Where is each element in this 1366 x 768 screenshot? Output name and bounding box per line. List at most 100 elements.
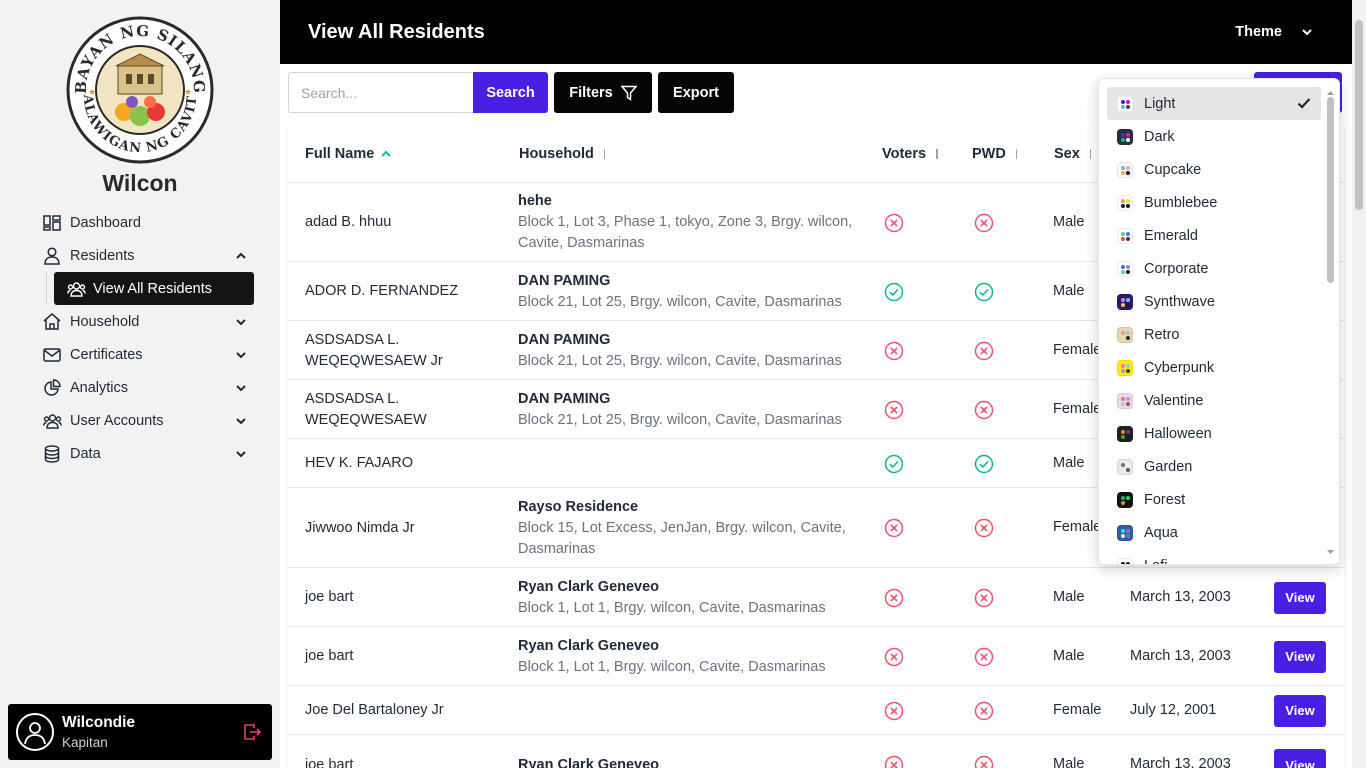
theme-option-label: Valentine: [1144, 392, 1204, 409]
voter-status: [884, 213, 904, 233]
voter-check-icon: [884, 282, 904, 301]
pwd-status: [974, 588, 994, 608]
resident-full-name: ASDSADSA L. WEQEQWESAEW Jr: [305, 331, 443, 369]
theme-option[interactable]: Retro: [1107, 318, 1321, 351]
resident-sex: Male: [1053, 282, 1085, 299]
household-cell: Ryan Clark Geneveo Block 1, Lot 1, Brgy. …: [518, 636, 858, 678]
pwd-x-icon: [974, 213, 994, 232]
search-input[interactable]: [288, 72, 474, 113]
theme-option[interactable]: Valentine: [1107, 384, 1321, 417]
theme-option[interactable]: Cyberpunk: [1107, 351, 1321, 384]
pwd-status: [974, 647, 994, 667]
resident-sex: Female: [1053, 400, 1102, 417]
household-cell: Ryan Clark Geneveo: [518, 755, 858, 768]
pie-chart-icon: [42, 378, 62, 398]
chevron-down-icon: [234, 414, 248, 428]
sidebar-nav: Dashboard Residents View All Residents H…: [34, 206, 256, 470]
sidebar-item-label: Household: [70, 313, 140, 330]
resident-full-name: adad B. hhuu: [305, 214, 392, 230]
sidebar-item-label: User Accounts: [70, 412, 164, 429]
checkmark-icon: [1297, 98, 1311, 109]
theme-option-label: Aqua: [1144, 524, 1178, 541]
view-button[interactable]: View: [1274, 694, 1326, 727]
theme-option[interactable]: Cupcake: [1107, 153, 1321, 186]
users-icon: [42, 411, 62, 431]
sidebar-subitem-view-all-residents[interactable]: View All Residents: [54, 272, 254, 305]
theme-option[interactable]: Emerald: [1107, 219, 1321, 252]
theme-option[interactable]: Dark: [1107, 120, 1321, 153]
household-address: Block 1, Lot 1, Brgy. wilcon, Cavite, Da…: [518, 658, 826, 675]
municipal-seal-logo: BAYAN NG SILANG LALAWIGAN NG CAVITE 1595…: [61, 5, 214, 164]
sidebar-item-label: Certificates: [70, 346, 143, 363]
resident-sex: Female: [1053, 519, 1102, 535]
theme-swatch-icon: [1117, 458, 1133, 475]
resident-sex: Male: [1053, 647, 1085, 664]
view-button[interactable]: View: [1274, 749, 1326, 768]
pwd-status: [974, 701, 994, 721]
export-button[interactable]: Export: [658, 72, 734, 113]
brand-name: Wilcon: [102, 170, 178, 196]
theme-option-label: Garden: [1144, 458, 1193, 475]
dashboard-icon: [42, 213, 62, 233]
user-role: Kapitan: [62, 735, 108, 750]
user-icon: [42, 246, 62, 266]
filters-button[interactable]: Filters: [554, 72, 652, 113]
theme-option[interactable]: Light: [1107, 87, 1321, 120]
voter-status: [884, 701, 904, 721]
theme-option-label: Dark: [1144, 128, 1175, 145]
theme-option[interactable]: Garden: [1107, 450, 1321, 483]
theme-option[interactable]: Aqua: [1107, 516, 1321, 549]
pwd-x-icon: [974, 647, 994, 666]
logout-icon[interactable]: [242, 722, 262, 742]
pwd-x-icon: [974, 588, 994, 607]
top-header: View All Residents Theme: [280, 0, 1352, 64]
theme-option[interactable]: Lofi: [1107, 549, 1321, 564]
resident-sex: Female: [1053, 701, 1102, 718]
theme-option-label: Emerald: [1144, 227, 1198, 244]
sidebar-item-data[interactable]: Data: [34, 437, 256, 470]
resident-sex: Male: [1053, 588, 1085, 605]
view-button[interactable]: View: [1274, 581, 1326, 614]
household-name: Rayso Residence: [518, 498, 639, 515]
theme-option[interactable]: Synthwave: [1107, 285, 1321, 318]
search-button[interactable]: Search: [473, 72, 548, 113]
table-row: joe bart Ryan Clark Geneveo Block 1, Lot 1…: [288, 568, 1344, 627]
sidebar-item-user-accounts[interactable]: User Accounts: [34, 404, 256, 437]
sidebar-subitem-label: View All Residents: [93, 280, 213, 297]
view-button[interactable]: View: [1274, 640, 1326, 673]
column-header-full-name[interactable]: Full Name: [305, 146, 392, 162]
pwd-x-icon: [974, 400, 994, 419]
sidebar-item-label: Analytics: [70, 379, 129, 396]
household-cell: DAN PAMING Block 21, Lot 25, Brgy. wilcon…: [518, 271, 858, 313]
column-header-voters[interactable]: Voters: [882, 146, 938, 162]
resident-birthdate: March 13, 2003: [1130, 647, 1231, 664]
sidebar-item-residents[interactable]: Residents: [34, 239, 256, 272]
sidebar-item-dashboard[interactable]: Dashboard: [34, 206, 256, 239]
mail-icon: [42, 345, 62, 365]
column-header-household[interactable]: Household: [519, 146, 606, 162]
pwd-status: [974, 400, 994, 420]
column-header-sex[interactable]: Sex: [1054, 146, 1092, 162]
theme-option[interactable]: Halloween: [1107, 417, 1321, 450]
pwd-status: [974, 518, 994, 538]
theme-swatch-icon: [1117, 491, 1133, 508]
chevron-down-icon: [234, 348, 248, 362]
household-address: Block 21, Lot 25, Brgy. wilcon, Cavite, …: [518, 352, 842, 369]
page-scroll-thumb[interactable]: [1355, 20, 1363, 210]
theme-option[interactable]: Forest: [1107, 483, 1321, 516]
resident-full-name: HEV K. FAJARO: [305, 455, 413, 471]
theme-option[interactable]: Bumblebee: [1107, 186, 1321, 219]
theme-button[interactable]: Theme: [1235, 24, 1314, 40]
table-row: Joe Del Bartaloney Jr Female July 12, 2001…: [288, 686, 1344, 735]
sidebar-item-certificates[interactable]: Certificates: [34, 338, 256, 371]
column-header-pwd[interactable]: PWD: [972, 146, 1018, 162]
theme-options-list: Light Dark Cupcake Bumblebee Emerald Corporat…: [1107, 87, 1321, 564]
dropdown-scroll-thumb[interactable]: [1327, 97, 1334, 283]
sidebar-item-analytics[interactable]: Analytics: [34, 371, 256, 404]
voter-status: [884, 647, 904, 667]
sidebar-item-household[interactable]: Household: [34, 305, 256, 338]
resident-birthdate: March 13, 2003: [1130, 756, 1231, 768]
theme-swatch-icon: [1117, 293, 1133, 310]
voter-status: [884, 588, 904, 608]
theme-option[interactable]: Corporate: [1107, 252, 1321, 285]
